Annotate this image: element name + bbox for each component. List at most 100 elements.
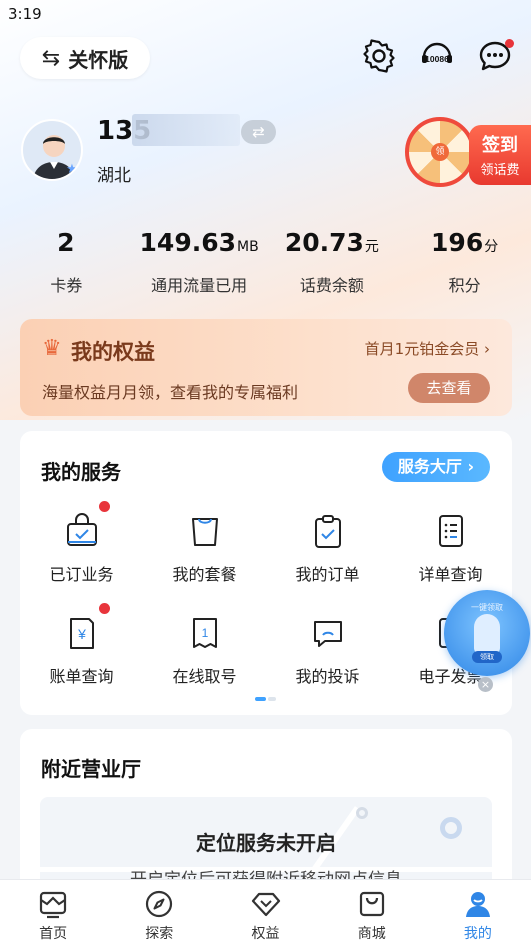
service-label: 我的投诉 (295, 667, 360, 686)
signin-tag: 签到 领话费 (469, 125, 531, 185)
tab-mall[interactable]: 商城 (319, 880, 425, 946)
stat-value: 20.73 (284, 228, 364, 257)
service-my-complaints[interactable]: 我的投诉 (266, 615, 389, 687)
nearby-title: 附近营业厅 (41, 757, 141, 781)
service-label: 详单查询 (418, 565, 483, 584)
stat-unit: 元 (364, 239, 379, 255)
svg-text:¥: ¥ (77, 626, 86, 642)
settings-icon[interactable] (361, 38, 397, 74)
service-detail-query[interactable]: 详单查询 (389, 513, 512, 585)
service-label: 在线取号 (172, 667, 237, 686)
stat-value: 2 (57, 228, 75, 257)
detail-list-icon (434, 513, 468, 549)
stat-balance[interactable]: 20.73元 话费余额 (266, 228, 399, 296)
service-bill-query[interactable]: ¥ 账单查询 (20, 603, 143, 687)
signin-subtitle: 领话费 (480, 163, 520, 178)
vip-star-icon: ★ (66, 162, 78, 177)
map-pin-icon (356, 807, 368, 819)
stat-label: 积分 (448, 276, 481, 295)
stat-value: 149.63 (139, 228, 237, 257)
stat-coupons[interactable]: 2 卡券 (0, 228, 133, 296)
notification-dot (99, 603, 110, 614)
nearby-map[interactable]: 定位服务未开启 开启定位后可获得附近移动网点信息 (40, 797, 492, 889)
stat-points[interactable]: 196分 积分 (398, 228, 531, 296)
stat-label: 通用流量已用 (151, 276, 248, 295)
tab-home[interactable]: 首页 (0, 880, 106, 946)
stat-value: 196 (431, 228, 484, 257)
care-mode-label: 关怀版 (68, 47, 129, 72)
switch-account-icon[interactable]: ⇄ (241, 120, 276, 144)
rocket-icon (474, 614, 500, 654)
order-clipboard-icon (311, 513, 345, 549)
service-hall-button[interactable]: 服务大厅 › (382, 452, 490, 482)
status-bar: 3:19 (0, 0, 531, 26)
tab-label: 我的 (463, 926, 492, 942)
pager-dot-active (255, 697, 266, 701)
benefits-promo-text: 首月1元铂金会员 (364, 340, 480, 358)
home-icon (38, 889, 68, 919)
region-label: 湖北 (97, 166, 131, 186)
tab-label: 首页 (39, 926, 68, 942)
service-subscribed-business[interactable]: 已订业务 (20, 501, 143, 585)
complaint-chat-icon (311, 615, 345, 651)
services-pager (255, 697, 277, 701)
close-icon[interactable]: × (478, 677, 493, 692)
service-online-queue[interactable]: 1 在线取号 (143, 615, 266, 687)
service-hall-label: 服务大厅 (397, 457, 462, 476)
service-label: 已订业务 (49, 565, 114, 584)
benefits-card[interactable]: ♛ 我的权益 首月1元铂金会员 › 海量权益月月领，查看我的专属福利 去查看 (20, 319, 512, 416)
signin-title: 签到 (482, 135, 518, 156)
floating-promo-ball[interactable]: 一键领取 领取 (444, 590, 530, 676)
crown-icon: ♛ (42, 336, 62, 361)
message-icon[interactable] (477, 38, 514, 74)
benefits-view-button[interactable]: 去查看 (408, 373, 490, 403)
customer-service-10086-icon[interactable]: 10086 (419, 38, 455, 74)
tab-label: 权益 (251, 926, 280, 942)
account-stats: 2 卡券 149.63MB 通用流量已用 20.73元 话费余额 196分 积分 (0, 228, 531, 296)
chevron-right-icon: › (467, 457, 475, 476)
tab-mine[interactable]: 我的 (425, 880, 531, 946)
subscribed-business-icon (65, 513, 99, 549)
service-my-orders[interactable]: 我的订单 (266, 513, 389, 585)
service-label: 账单查询 (49, 667, 114, 686)
location-disabled-message: 定位服务未开启 (196, 831, 336, 855)
tab-explore[interactable]: 探索 (106, 880, 212, 946)
svg-text:1: 1 (201, 626, 208, 640)
stat-label: 话费余额 (299, 276, 364, 295)
care-mode-button[interactable]: ⇆ 关怀版 (20, 37, 150, 79)
notification-dot (99, 501, 110, 512)
signin-banner[interactable]: 领 签到 领话费 (405, 115, 531, 187)
message-unread-dot (505, 39, 514, 48)
top-action-icons: 10086 (361, 38, 514, 74)
profile-icon (463, 889, 493, 919)
services-grid: 已订业务 我的套餐 我的订单 详单查询 ¥ 账单查询 1 在线取号 我的投诉 电… (20, 501, 512, 687)
shopping-bag-icon (357, 889, 387, 919)
bottom-tab-bar: 首页 探索 权益 商城 我的 (0, 879, 531, 946)
pager-dot (268, 697, 276, 701)
swap-icon: ⇆ (41, 45, 61, 71)
status-time: 3:19 (8, 5, 42, 23)
tab-label: 探索 (145, 926, 174, 942)
diamond-icon (251, 889, 281, 919)
my-services-card: 我的服务 服务大厅 › 已订业务 我的套餐 我的订单 详单查询 ¥ 账单查询 1… (20, 431, 512, 715)
tab-label: 商城 (357, 926, 386, 942)
service-my-package[interactable]: 我的套餐 (143, 513, 266, 585)
stat-unit: 分 (484, 239, 499, 255)
benefits-description: 海量权益月月领，查看我的专属福利 (42, 383, 299, 402)
benefits-promo-link[interactable]: 首月1元铂金会员 › (365, 338, 490, 359)
bill-yuan-icon: ¥ (65, 615, 99, 651)
tab-benefits[interactable]: 权益 (212, 880, 318, 946)
float-ball-tag: 领取 (472, 651, 502, 663)
avatar[interactable]: ★ (21, 119, 83, 181)
service-badge-text: 10086 (425, 54, 449, 64)
service-label: 我的订单 (295, 565, 360, 584)
chevron-right-icon: › (484, 340, 490, 358)
queue-ticket-icon: 1 (188, 615, 222, 651)
stat-data-usage[interactable]: 149.63MB 通用流量已用 (133, 228, 266, 296)
services-title: 我的服务 (41, 460, 121, 484)
stat-label: 卡券 (50, 276, 83, 295)
benefits-title: 我的权益 (71, 340, 155, 364)
stat-unit: MB (237, 239, 259, 255)
service-label: 我的套餐 (172, 565, 237, 584)
package-bag-icon (188, 513, 222, 549)
